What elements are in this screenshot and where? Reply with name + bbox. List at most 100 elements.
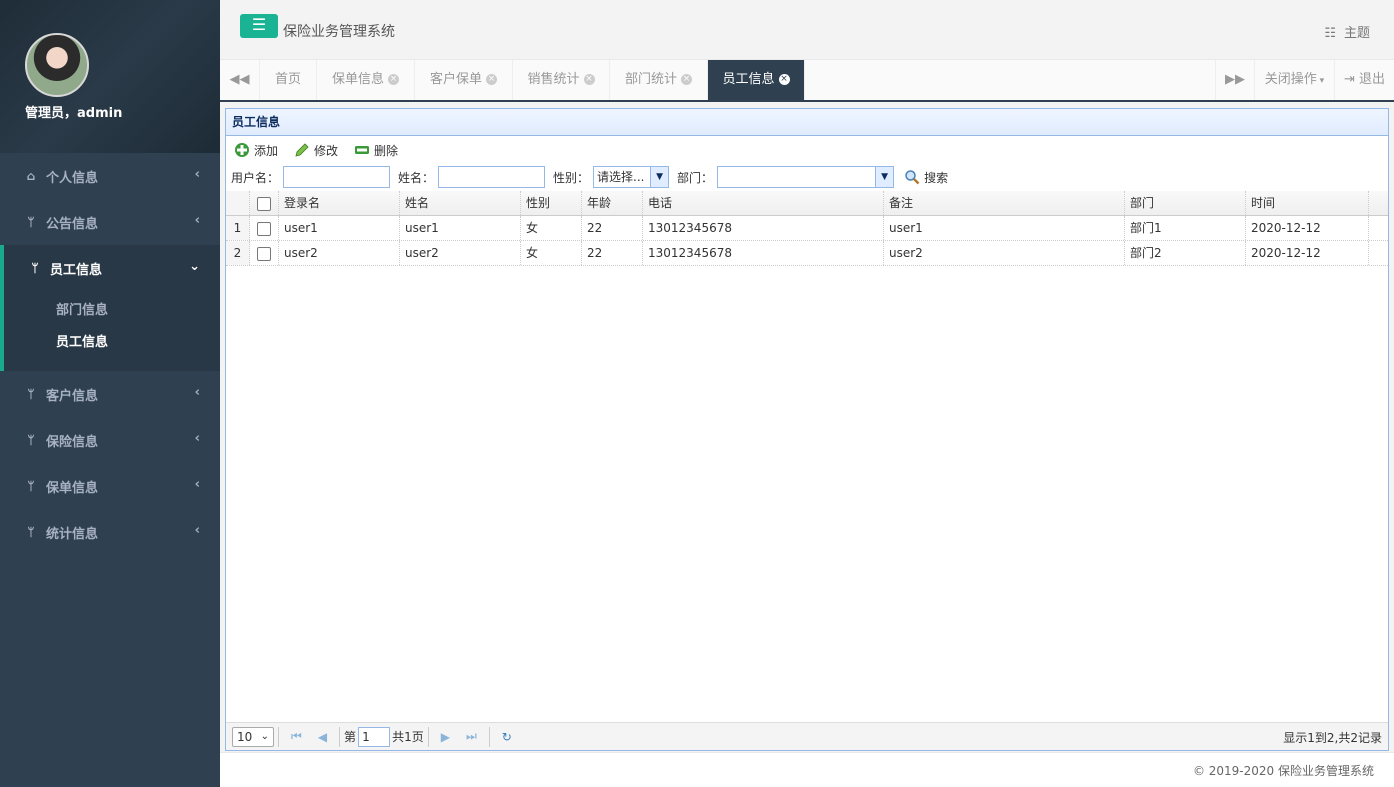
tab-dept-stats[interactable]: 部门统计 × [610,60,708,100]
close-icon[interactable]: × [583,74,595,85]
cell-login: user2 [279,241,400,265]
dropdown-label: 关闭操作 [1264,72,1317,87]
column-header[interactable]: 备注 [884,191,1125,215]
column-header[interactable]: 部门 [1125,191,1246,215]
row-number-header [226,191,250,215]
cell-age: 22 [582,241,643,265]
add-button[interactable]: 添加 [234,142,278,159]
close-icon[interactable]: × [486,74,497,85]
cell-phone: 13012345678 [643,216,884,240]
close-icon[interactable]: × [681,74,692,85]
submenu-item-department[interactable]: 部门信息 [56,295,220,327]
edit-button[interactable]: 修改 [294,142,338,159]
menu-toggle-button[interactable]: ☰ [240,14,278,38]
column-header[interactable]: 年龄 [582,191,643,215]
tabs-scroll-right-button[interactable]: ▶▶ [1215,60,1255,100]
next-page-icon[interactable]: ▶ [441,730,450,744]
pencil-icon [294,142,310,158]
user-name[interactable]: 管理员，admin [25,102,122,121]
avatar[interactable] [25,33,89,97]
row-number: 2 [226,241,250,265]
refresh-icon[interactable]: ↻ [502,730,512,744]
close-icon[interactable]: × [778,74,790,85]
cell-time: 2020-12-12 [1246,216,1369,240]
chevron-left-icon: ‹ [194,477,200,492]
employee-panel: 员工信息 添加 修改 删除 用户名： 姓名： 性别： 请选择... ▼ 部门： … [225,108,1389,751]
sidebar-item-notice[interactable]: ᛘ 公告信息 ‹ [0,199,220,245]
sidebar-item-label: 员工信息 [50,262,103,278]
select-all-checkbox[interactable] [250,191,279,215]
column-header[interactable]: 性别 [521,191,582,215]
backward-icon: ◀◀ [229,72,250,87]
column-header[interactable]: 登录名 [279,191,400,215]
sex-select-value: 请选择... [597,170,645,184]
sidebar-item-policy[interactable]: ᛘ 保单信息 ‹ [0,463,220,509]
sidebar-item-label: 保单信息 [46,480,99,496]
column-header[interactable]: 时间 [1246,191,1369,215]
delete-button[interactable]: 删除 [354,142,398,159]
submenu-item-employee[interactable]: 员工信息 [56,327,220,359]
sidebar: 管理员，admin ⌂ 个人信息 ‹ ᛘ 公告信息 ‹ ᛘ 员工信息 ⌄ 部门信… [0,0,220,787]
page-number-input[interactable]: 1 [358,726,391,747]
row-number: 1 [226,216,250,240]
forward-icon: ▶▶ [1225,72,1245,87]
theme-icon: ☷ [1324,26,1336,41]
chevron-left-icon: ‹ [194,431,200,446]
tabs-bar: ◀◀ 首页 保单信息 × 客户保单 × 销售统计 × 部门统计 × 员工信息 × ▶▶ 关… [220,60,1394,102]
sidebar-item-label: 客户信息 [46,388,99,404]
tab-employee-info[interactable]: 员工信息 × [708,60,805,100]
tabs-scroll-left-button[interactable]: ◀◀ [220,60,260,100]
sidebar-item-insurance[interactable]: ᛘ 保险信息 ‹ [0,417,220,463]
search-button[interactable]: 搜索 [904,169,948,186]
chevron-down-icon[interactable]: ▼ [650,167,669,187]
table-row[interactable]: 1 user1 user1 女 22 13012345678 user1 部门1… [226,216,1388,241]
sidebar-item-employee[interactable]: ᛘ 员工信息 ⌄ [0,245,220,291]
tab-policy-info[interactable]: 保单信息 × [317,60,415,100]
tab-home[interactable]: 首页 [260,60,317,100]
column-header[interactable]: 电话 [643,191,884,215]
cell-sex: 女 [521,241,582,265]
divider [278,726,279,747]
name-label: 姓名： [398,170,435,185]
cell-age: 22 [582,216,643,240]
column-header[interactable]: 姓名 [400,191,521,215]
chevron-down-icon[interactable]: ▼ [875,167,894,187]
sidebar-item-personal[interactable]: ⌂ 个人信息 ‹ [0,153,220,199]
sex-select[interactable]: 请选择... ▼ [593,166,670,188]
page-size-value: 10 [237,729,253,744]
tab-customer-policy[interactable]: 客户保单 × [415,60,513,100]
dept-select[interactable]: ▼ [717,166,895,188]
prev-page-icon[interactable]: ◀ [318,730,327,744]
name-input[interactable] [438,166,546,188]
row-checkbox[interactable] [250,241,279,265]
chevron-left-icon: ‹ [194,523,200,538]
panel-title: 员工信息 [226,109,1388,136]
first-page-icon[interactable]: ⏮ [291,729,302,744]
cutlery-icon: ᛘ [27,387,35,401]
sidebar-item-statistics[interactable]: ᛘ 统计信息 ‹ [0,509,220,555]
close-operations-dropdown[interactable]: 关闭操作 ▾ [1255,60,1335,100]
footer: © 2019-2020 保险业务管理系统 [220,752,1394,787]
username-input[interactable] [283,166,391,188]
copyright: © 2019-2020 保险业务管理系统 [1192,764,1374,778]
chevron-down-icon: ⌄ [260,730,269,742]
logout-button[interactable]: ⇥ 退出 [1335,60,1394,100]
tab-label: 部门统计 [624,72,677,87]
cell-login: user1 [279,216,400,240]
minus-icon [354,142,370,158]
system-title: 保险业务管理系统 [283,24,395,40]
username-label: 用户名： [231,170,280,185]
tab-sales-stats[interactable]: 销售统计 × [513,60,610,100]
sidebar-item-customer[interactable]: ᛘ 客户信息 ‹ [0,371,220,417]
sex-label: 性别： [553,170,590,185]
cell-dept: 部门1 [1125,216,1246,240]
theme-button[interactable]: ☷ 主题 [1324,22,1370,41]
close-icon[interactable]: × [388,74,399,85]
last-page-icon[interactable]: ⏭ [466,729,477,744]
page-size-select[interactable]: 10 ⌄ [232,726,274,747]
cutlery-icon: ᛘ [27,479,35,493]
theme-label: 主题 [1343,26,1370,41]
home-icon: ⌂ [26,169,36,183]
table-row[interactable]: 2 user2 user2 女 22 13012345678 user2 部门2… [226,241,1388,266]
row-checkbox[interactable] [250,216,279,240]
